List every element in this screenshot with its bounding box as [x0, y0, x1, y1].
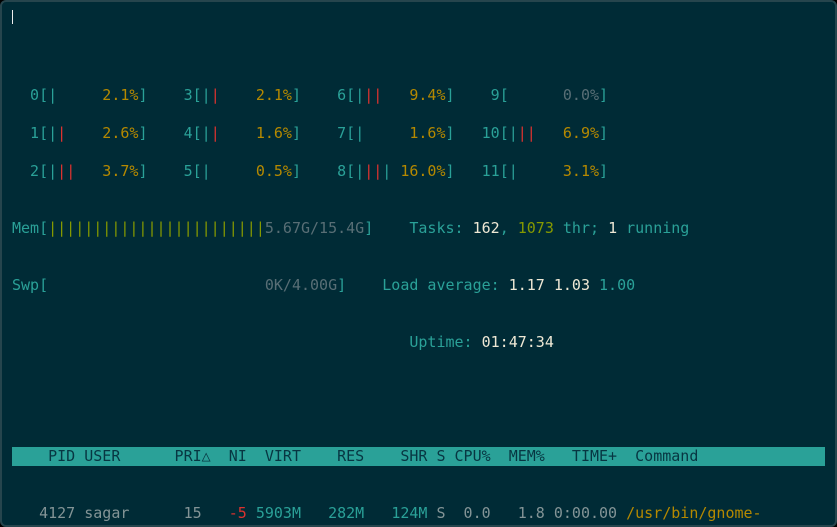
mem-label: Mem — [12, 219, 39, 237]
gap — [373, 219, 409, 237]
mem-text: 5.67G/15.4G — [265, 219, 364, 237]
terminal-window[interactable]: 0[| 2.1%] 3[|| 2.1%] 6[||| 9.4%] 9[ 0.0%… — [0, 0, 837, 527]
load-1: 1.17 — [509, 276, 545, 294]
table-row[interactable]: 4127 sagar 15 -5 5903M 282M 124M S 0.0 1… — [12, 504, 825, 523]
bracket-open-icon: [ — [39, 276, 48, 294]
tasks-label: Tasks: — [409, 219, 472, 237]
uptime-row: Uptime: 01:47:34 — [12, 333, 825, 352]
process-table[interactable]: 4127 sagar 15 -5 5903M 282M 124M S 0.0 1… — [12, 504, 825, 527]
spacer-row — [12, 390, 825, 409]
spacer-row — [12, 48, 825, 67]
mem-bar: |||||||||||||||||||||||| — [48, 219, 265, 237]
uptime-label: Uptime: — [409, 333, 481, 351]
gap — [12, 333, 409, 351]
running-suffix: running — [617, 219, 689, 237]
thr-suffix: thr; — [554, 219, 608, 237]
table-row[interactable]: 4128 sagar 15 -5 5903M 282M 124M S 0.0 1… — [12, 523, 825, 527]
sep: , — [500, 219, 518, 237]
gap — [346, 276, 382, 294]
mem-tasks-row: Mem[||||||||||||||||||||||||5.67G/15.4G]… — [12, 219, 825, 238]
swp-load-row: Swp[ 0K/4.00G] Load average: 1.17 1.03 1… — [12, 276, 825, 295]
cpu-meters-row-1: 0[| 2.1%] 3[|| 2.1%] 6[||| 9.4%] 9[ 0.0%… — [12, 86, 825, 105]
swp-bar — [48, 276, 265, 294]
tasks-count: 162 — [473, 219, 500, 237]
cpu-meters-row-3: 2[||| 3.7%] 5[| 0.5%] 8[|||| 16.0%] 11[|… — [12, 162, 825, 181]
bracket-open-icon: [ — [39, 219, 48, 237]
cpu-meters-row-2: 1[|| 2.6%] 4[|| 1.6%] 7[| 1.6%] 10[||| 6… — [12, 124, 825, 143]
swp-text: 0K/4.00G — [265, 276, 337, 294]
bracket-close-icon: ] — [337, 276, 346, 294]
running-count: 1 — [608, 219, 617, 237]
load-label: Load average: — [382, 276, 508, 294]
bracket-close-icon: ] — [364, 219, 373, 237]
load-3: 1.00 — [599, 276, 635, 294]
threads-count: 1073 — [518, 219, 554, 237]
process-table-header[interactable]: PID USER PRI△ NI VIRT RES SHR S CPU% MEM… — [12, 447, 825, 466]
uptime-value: 01:47:34 — [482, 333, 554, 351]
text-cursor — [12, 10, 13, 24]
swp-label: Swp — [12, 276, 39, 294]
load-2: 1.03 — [554, 276, 590, 294]
